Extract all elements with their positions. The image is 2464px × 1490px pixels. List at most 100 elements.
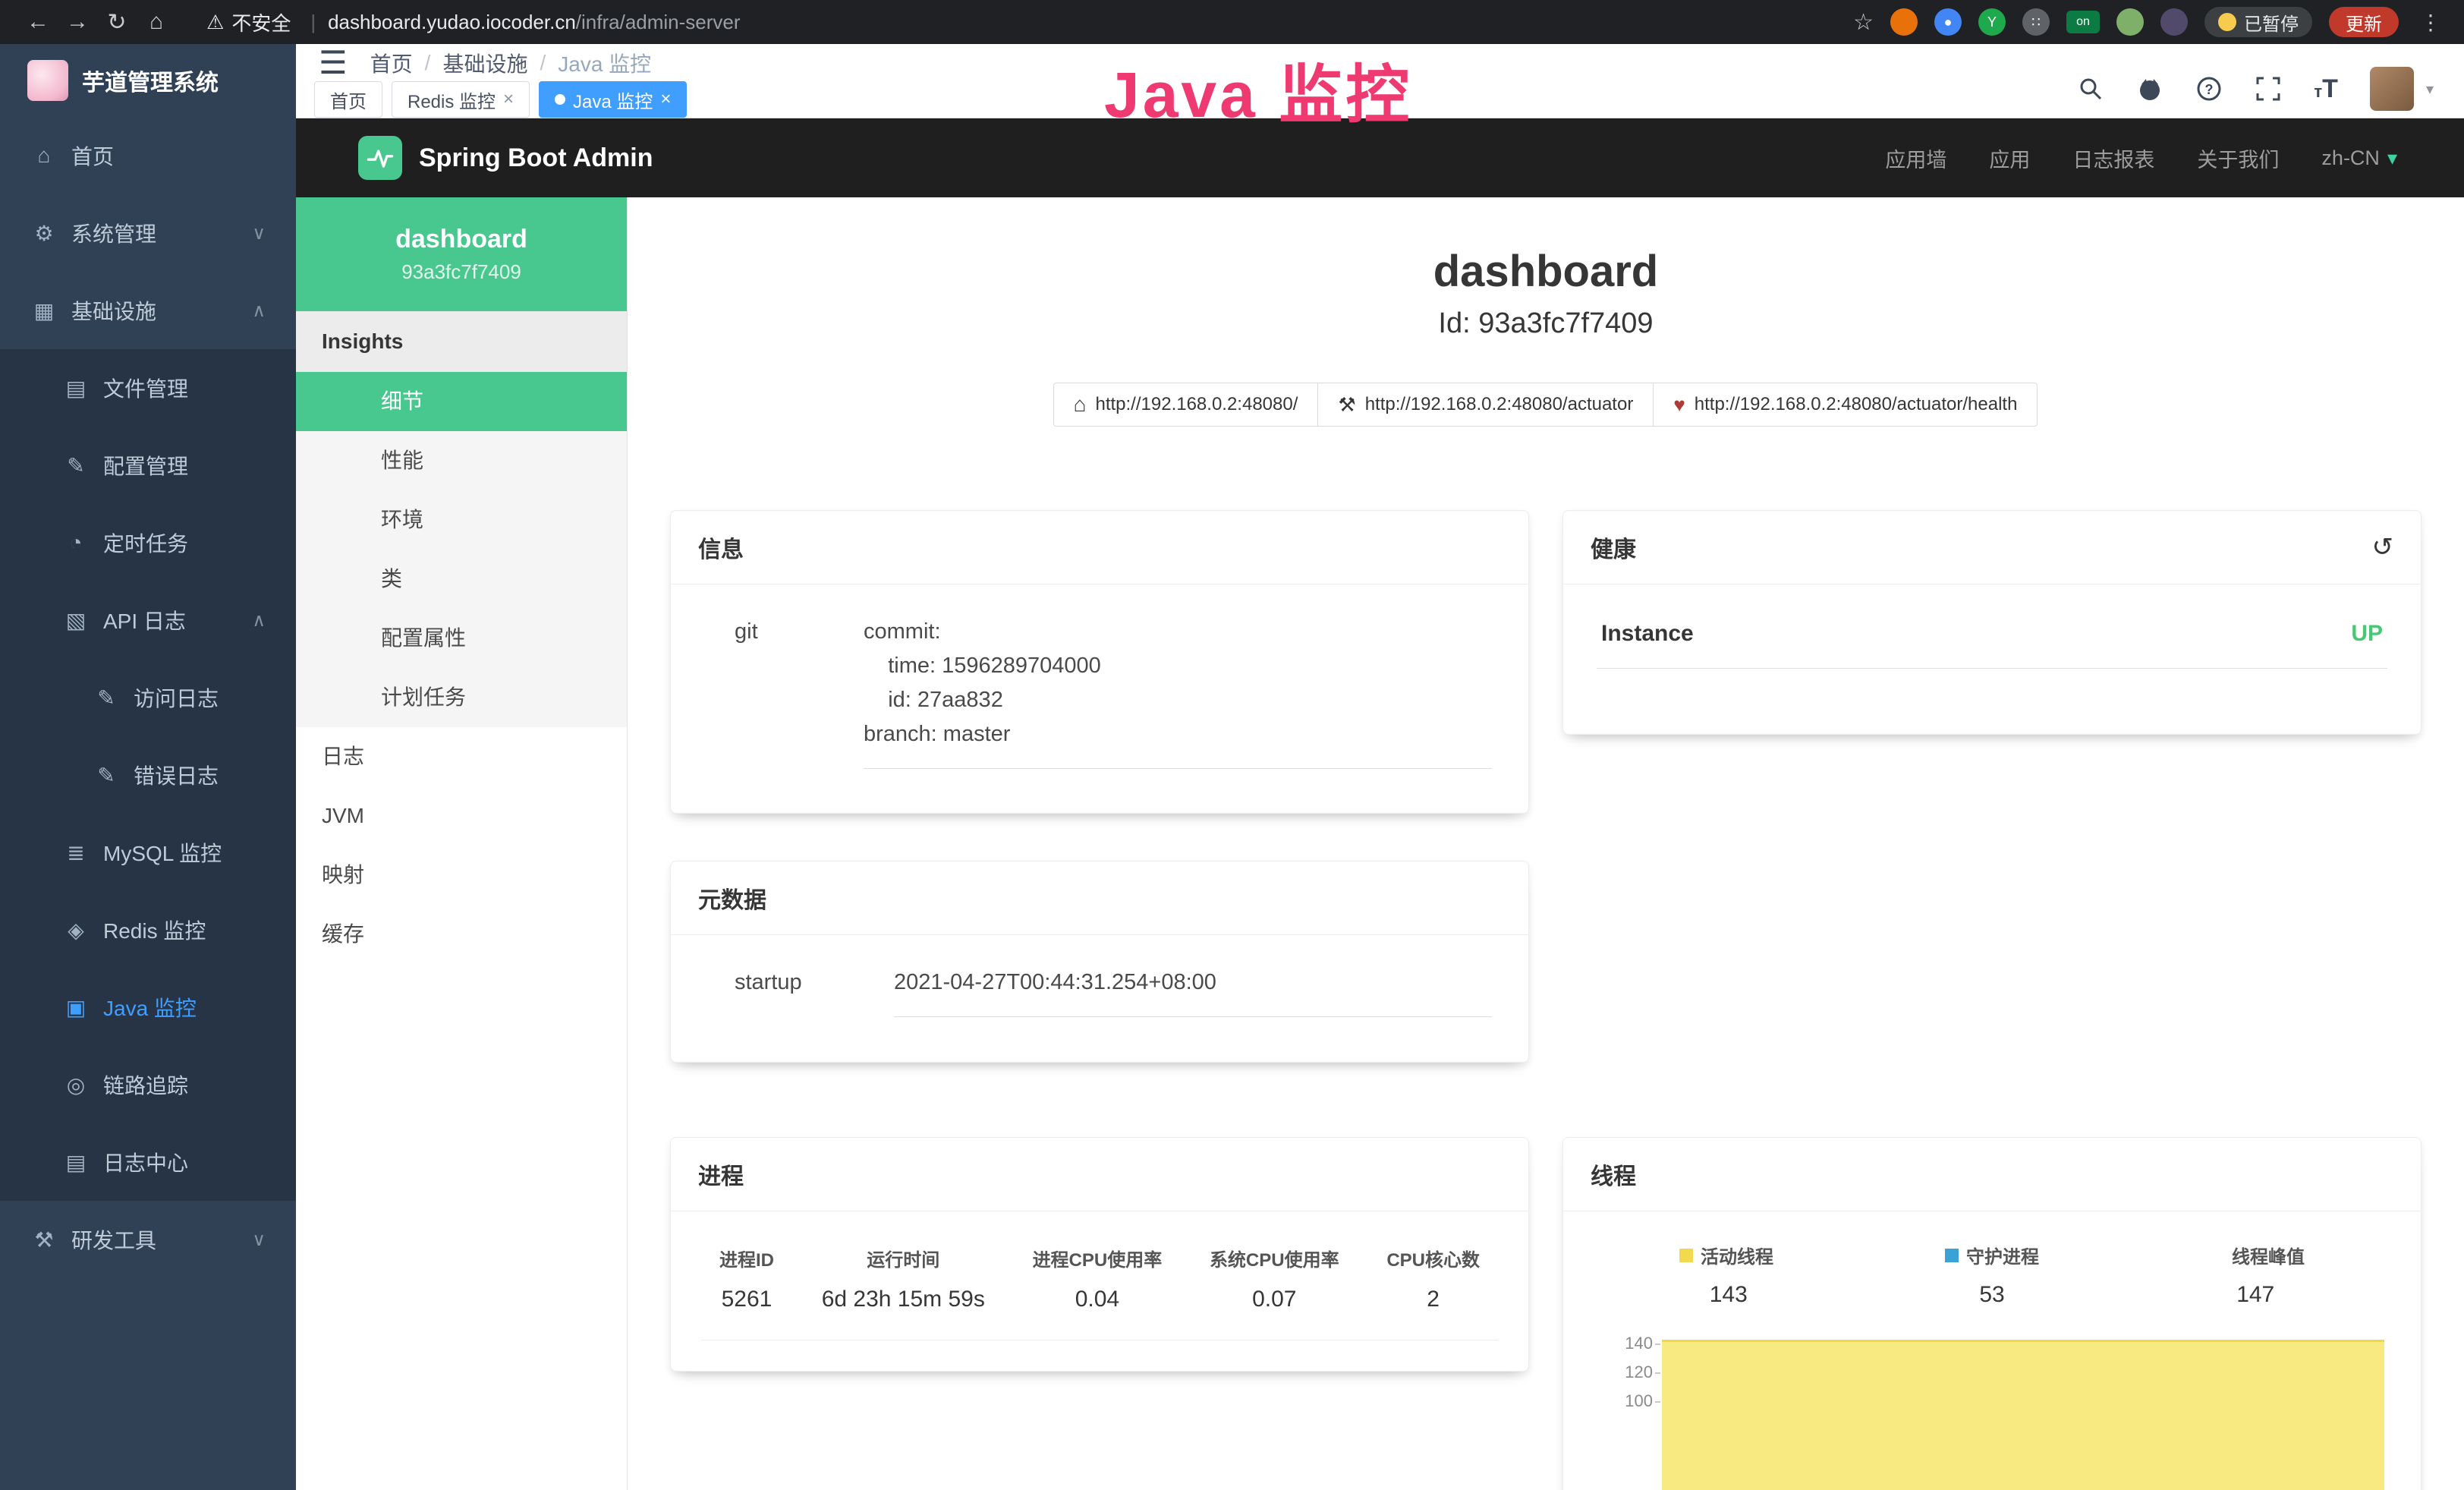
sba-nav-about[interactable]: 关于我们	[2197, 143, 2279, 173]
user-avatar[interactable]	[2370, 67, 2414, 111]
help-icon[interactable]: ?	[2195, 75, 2223, 102]
extension-icon-2[interactable]: Y	[1978, 8, 2006, 36]
health-url-link[interactable]: http://192.168.0.2:48080/actuator/health	[1653, 383, 2038, 427]
extension-on-badge[interactable]: on	[2066, 11, 2100, 33]
sidebar-item-system-mgmt[interactable]: 系统管理	[0, 194, 296, 272]
locale-selector[interactable]: zh-CN ▾	[2321, 146, 2397, 170]
heart-icon	[1673, 393, 1685, 417]
process-card-title: 进程	[698, 1158, 744, 1191]
metric-label: 运行时间	[822, 1245, 985, 1271]
warning-icon	[206, 11, 224, 34]
log-center-icon	[62, 1150, 90, 1175]
sba-item-mappings[interactable]: 映射	[296, 846, 627, 905]
extension-icon-1[interactable]	[1890, 8, 1918, 36]
sidebar-item-home[interactable]: 首页	[0, 117, 296, 194]
history-icon[interactable]	[2372, 532, 2394, 562]
sidebar-section-insights: Insights	[296, 311, 627, 372]
sidebar-item-access-logs[interactable]: 访问日志	[0, 659, 296, 736]
metadata-card: 元数据 startup 2021-04-27T00:44:31.254+08:0…	[670, 861, 1529, 1063]
sba-item-metrics[interactable]: 性能	[296, 431, 627, 490]
close-icon[interactable]: ×	[503, 89, 514, 110]
close-icon[interactable]: ×	[660, 89, 671, 110]
legend-daemon-threads: 守护进程	[1945, 1242, 2039, 1268]
sidebar-item-config-mgmt[interactable]: 配置管理	[0, 427, 296, 504]
extension-icon-3[interactable]	[2116, 8, 2144, 36]
chevron-down-icon	[252, 222, 266, 244]
breadcrumb-infrastructure[interactable]: 基础设施	[442, 48, 527, 78]
update-button[interactable]: 更新	[2329, 7, 2399, 37]
font-size-icon[interactable]: тT	[2314, 74, 2338, 104]
tab-redis-monitor[interactable]: Redis 监控 ×	[392, 81, 530, 118]
health-instance-row[interactable]: Instance UP	[1597, 615, 2387, 669]
trace-icon	[62, 1073, 90, 1098]
metadata-card-title: 元数据	[698, 881, 766, 915]
wrench-icon	[1338, 393, 1355, 417]
metric-value: 6d 23h 15m 59s	[822, 1287, 985, 1312]
actuator-url-link[interactable]: http://192.168.0.2:48080/actuator	[1317, 383, 1654, 427]
sidebar-item-trace[interactable]: 链路追踪	[0, 1046, 296, 1123]
service-url-link[interactable]: http://192.168.0.2:48080/	[1053, 383, 1319, 427]
forward-icon[interactable]: →	[58, 9, 97, 35]
hamburger-icon[interactable]: ☰	[319, 44, 348, 81]
search-icon[interactable]	[2077, 75, 2104, 102]
fullscreen-icon[interactable]	[2255, 75, 2282, 102]
page-title: dashboard	[628, 246, 2464, 297]
health-card-title: 健康	[1591, 531, 1636, 564]
sidebar-item-api-logs[interactable]: API 日志	[0, 581, 296, 659]
sidebar-item-label: 系统管理	[71, 218, 156, 248]
sba-nav-applications[interactable]: 应用	[1989, 143, 2030, 173]
sba-item-environment[interactable]: 环境	[296, 490, 627, 550]
sidebar-item-error-logs[interactable]: 错误日志	[0, 736, 296, 814]
infra-icon	[30, 298, 58, 323]
browser-menu-icon[interactable]: ⋮	[2415, 10, 2446, 35]
home-icon[interactable]: ⌂	[137, 9, 176, 35]
address-bar[interactable]: dashboard.yudao.iocoder.cn/infra/admin-s…	[328, 11, 740, 34]
svg-text:?: ?	[2205, 82, 2214, 97]
sba-item-logs[interactable]: 日志	[296, 727, 627, 786]
sba-nav-wallboard[interactable]: 应用墙	[1885, 143, 1946, 173]
redis-icon	[62, 918, 90, 943]
sba-item-jvm[interactable]: JVM	[296, 786, 627, 846]
sba-nav-journal[interactable]: 日志报表	[2072, 143, 2154, 173]
sba-item-details[interactable]: 细节	[296, 372, 627, 431]
extension-pin-icon[interactable]: ●	[1934, 8, 1962, 36]
sidebar-item-log-center[interactable]: 日志中心	[0, 1123, 296, 1201]
tab-home[interactable]: 首页	[314, 81, 382, 118]
sba-item-scheduled-tasks[interactable]: 计划任务	[296, 668, 627, 727]
sidebar-item-scheduled-tasks[interactable]: 定时任务	[0, 504, 296, 581]
sidebar-item-mysql-monitor[interactable]: MySQL 监控	[0, 814, 296, 891]
sba-item-classes[interactable]: 类	[296, 550, 627, 609]
url-host: dashboard.yudao.iocoder.cn	[328, 11, 576, 33]
metric-pid: 进程ID 5261	[719, 1245, 774, 1312]
back-icon[interactable]: ←	[18, 9, 58, 35]
instance-id-subtitle: Id: 93a3fc7f7409	[628, 307, 2464, 340]
breadcrumb-home[interactable]: 首页	[370, 48, 413, 78]
tab-java-monitor[interactable]: Java 监控 ×	[539, 81, 687, 118]
sidebar-item-redis-monitor[interactable]: Redis 监控	[0, 891, 296, 969]
sba-item-config-props[interactable]: 配置属性	[296, 609, 627, 668]
status-badge: UP	[2351, 621, 2383, 647]
metric-uptime: 运行时间 6d 23h 15m 59s	[822, 1245, 985, 1312]
instance-links: http://192.168.0.2:48080/ http://192.168…	[628, 383, 2464, 427]
sidebar-item-dev-tools[interactable]: 研发工具	[0, 1201, 296, 1278]
sidebar-item-label: Redis 监控	[103, 915, 206, 945]
legend-label: 活动线程	[1701, 1242, 1773, 1268]
process-card: 进程 进程ID 5261 运行时间	[670, 1137, 1529, 1372]
refresh-icon[interactable]: ↻	[97, 9, 137, 36]
sidebar-item-infrastructure[interactable]: 基础设施	[0, 272, 296, 349]
sba-item-caches[interactable]: 缓存	[296, 905, 627, 964]
sidebar-item-label: 首页	[71, 140, 114, 171]
sidebar-item-file-mgmt[interactable]: 文件管理	[0, 349, 296, 427]
breadcrumb-separator: /	[540, 51, 546, 75]
sidebar-item-java-monitor[interactable]: Java 监控	[0, 969, 296, 1046]
extension-grid-icon[interactable]: ∷	[2022, 8, 2050, 36]
sidebar-item-label: 访问日志	[134, 682, 219, 713]
threads-values: 143 53 147	[1594, 1282, 2390, 1308]
paused-badge[interactable]: 已暂停	[2204, 7, 2312, 37]
legend-label: 守护进程	[1966, 1242, 2039, 1268]
bookmark-star-icon[interactable]	[1853, 9, 1874, 36]
active-threads-value: 143	[1710, 1282, 1748, 1308]
security-chip[interactable]: 不安全 |	[206, 8, 328, 36]
extension-icon-4[interactable]	[2160, 8, 2188, 36]
github-icon[interactable]	[2136, 75, 2163, 102]
